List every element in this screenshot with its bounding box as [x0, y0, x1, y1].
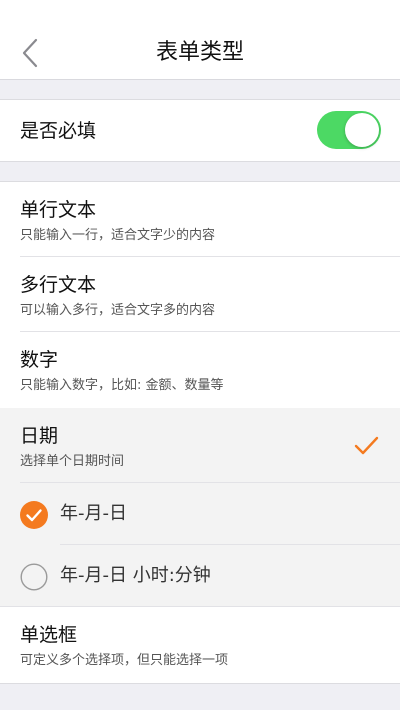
- date-format-label: 年-月-日: [60, 503, 127, 524]
- type-option-radio[interactable]: 单选框 可定义多个选择项，但只能选择一项: [0, 607, 400, 682]
- type-description: 可定义多个选择项，但只能选择一项: [20, 653, 229, 668]
- type-description: 只能输入一行，适合文字少的内容: [20, 228, 216, 243]
- type-description: 可以输入多行，适合文字多的内容: [20, 303, 216, 318]
- required-label: 是否必填: [20, 120, 97, 142]
- type-name: 多行文本: [20, 274, 97, 296]
- type-name: 日期: [20, 425, 59, 447]
- date-format-option[interactable]: 年-月-日 小时:分钟: [0, 545, 400, 607]
- type-name: 单选框: [20, 624, 78, 646]
- type-name: 数字: [20, 349, 59, 371]
- required-section: 是否必填: [0, 99, 400, 162]
- type-description: 选择单个日期时间: [20, 454, 125, 469]
- required-toggle[interactable]: [317, 111, 381, 149]
- type-option-single-line[interactable]: 单行文本 只能输入一行，适合文字少的内容: [0, 182, 400, 257]
- checkmark-icon: [354, 436, 379, 455]
- date-format-option[interactable]: 年-月-日: [0, 483, 400, 545]
- required-row: 是否必填: [0, 100, 400, 162]
- navigation-bar: 表单类型: [0, 0, 400, 80]
- type-option-number[interactable]: 数字 只能输入数字，比如: 金额、数量等: [0, 332, 400, 407]
- unchecked-circle-icon: [20, 563, 48, 591]
- date-format-label: 年-月-日 小时:分钟: [60, 565, 211, 586]
- toggle-knob: [345, 113, 379, 147]
- type-option-multi-line[interactable]: 多行文本 可以输入多行，适合文字多的内容: [0, 257, 400, 332]
- page-title: 表单类型: [155, 40, 244, 65]
- type-option-date[interactable]: 日期 选择单个日期时间: [0, 408, 400, 483]
- type-name: 单行文本: [20, 199, 97, 221]
- type-list: 单行文本 只能输入一行，适合文字少的内容 多行文本 可以输入多行，适合文字多的内…: [0, 181, 400, 684]
- checked-circle-icon: [20, 501, 48, 529]
- type-description: 只能输入数字，比如: 金额、数量等: [20, 378, 224, 393]
